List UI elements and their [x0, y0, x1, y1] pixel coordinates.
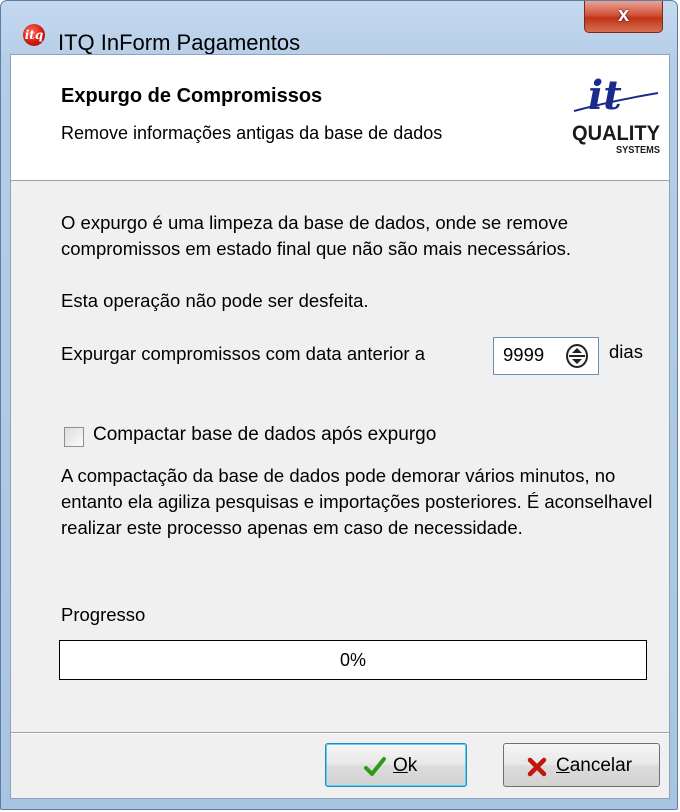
- progress-label: Progresso: [61, 604, 146, 625]
- description-text: O expurgo é uma limpeza da base de dados…: [61, 212, 572, 259]
- expurge-days-label: Expurgar compromissos com data anterior …: [61, 343, 425, 364]
- days-value[interactable]: 9999: [503, 344, 544, 366]
- cancel-x-icon: [527, 757, 547, 777]
- days-spinner[interactable]: 9999: [493, 337, 599, 375]
- checkmark-icon: [364, 757, 386, 776]
- title-bar[interactable]: itq ITQ InForm Pagamentos x: [1, 1, 677, 55]
- header-title: Expurgo de Compromissos: [61, 85, 323, 107]
- compact-checkbox[interactable]: [64, 427, 84, 447]
- header-panel: Expurgo de Compromissos Remove informaçõ…: [11, 55, 669, 181]
- footer-divider: [11, 732, 669, 734]
- cancel-button-label: Cancelar: [556, 755, 633, 776]
- logo-quality-text: QUALITY: [572, 122, 660, 145]
- close-icon: x: [617, 4, 630, 26]
- cancel-button[interactable]: Cancelar: [503, 743, 660, 787]
- window-title: ITQ InForm Pagamentos: [58, 30, 301, 55]
- compact-checkbox-label[interactable]: Compactar base de dados após expurgo: [93, 424, 436, 446]
- dialog-client-area: Expurgo de Compromissos Remove informaçõ…: [10, 54, 670, 799]
- days-unit-label: dias: [609, 341, 643, 362]
- spin-updown-icon[interactable]: [566, 344, 588, 368]
- compact-note-text: A compactação da base de dados pode demo…: [61, 465, 653, 538]
- ok-button-label: Ok: [393, 755, 418, 776]
- header-subtitle: Remove informações antigas da base de da…: [61, 123, 443, 143]
- logo-systems-text: SYSTEMS: [616, 145, 660, 156]
- dialog-window: itq ITQ InForm Pagamentos x Expurgo de C…: [0, 0, 678, 810]
- warning-text: Esta operação não pode ser desfeita.: [61, 290, 369, 311]
- progress-bar: 0%: [59, 640, 647, 680]
- app-icon[interactable]: itq: [23, 24, 45, 46]
- ok-button[interactable]: Ok: [325, 743, 467, 787]
- it-quality-systems-logo: it QUALITY SYSTEMS: [572, 75, 660, 156]
- logo-it-text: it: [588, 75, 622, 119]
- progress-value: 0%: [339, 650, 366, 670]
- close-button[interactable]: x: [584, 1, 663, 33]
